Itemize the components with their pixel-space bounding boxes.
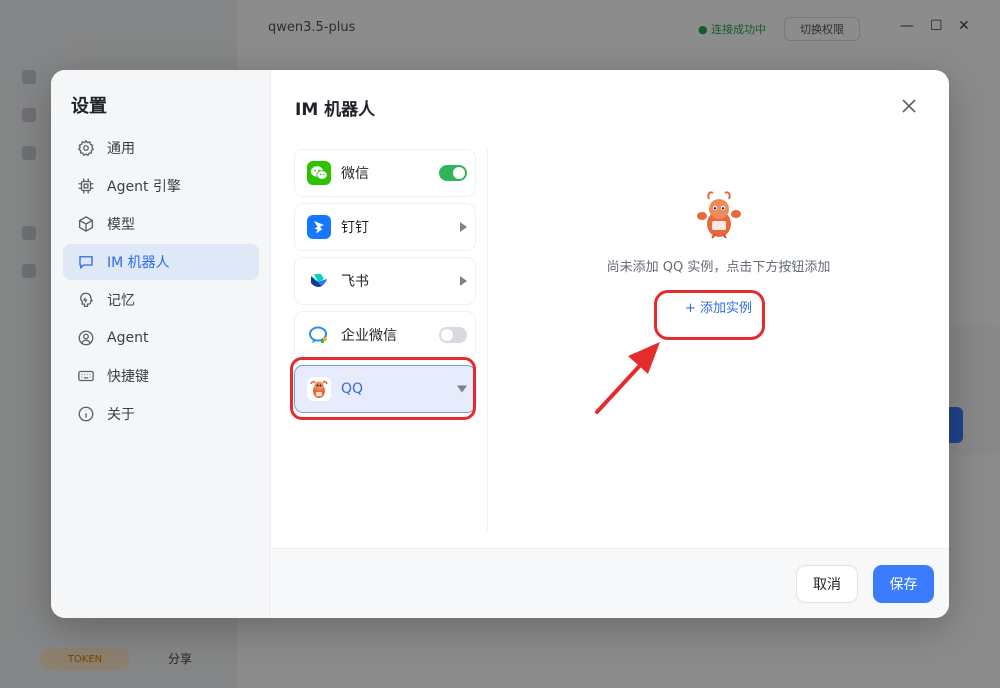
annotation-arrow-icon [595, 342, 660, 414]
